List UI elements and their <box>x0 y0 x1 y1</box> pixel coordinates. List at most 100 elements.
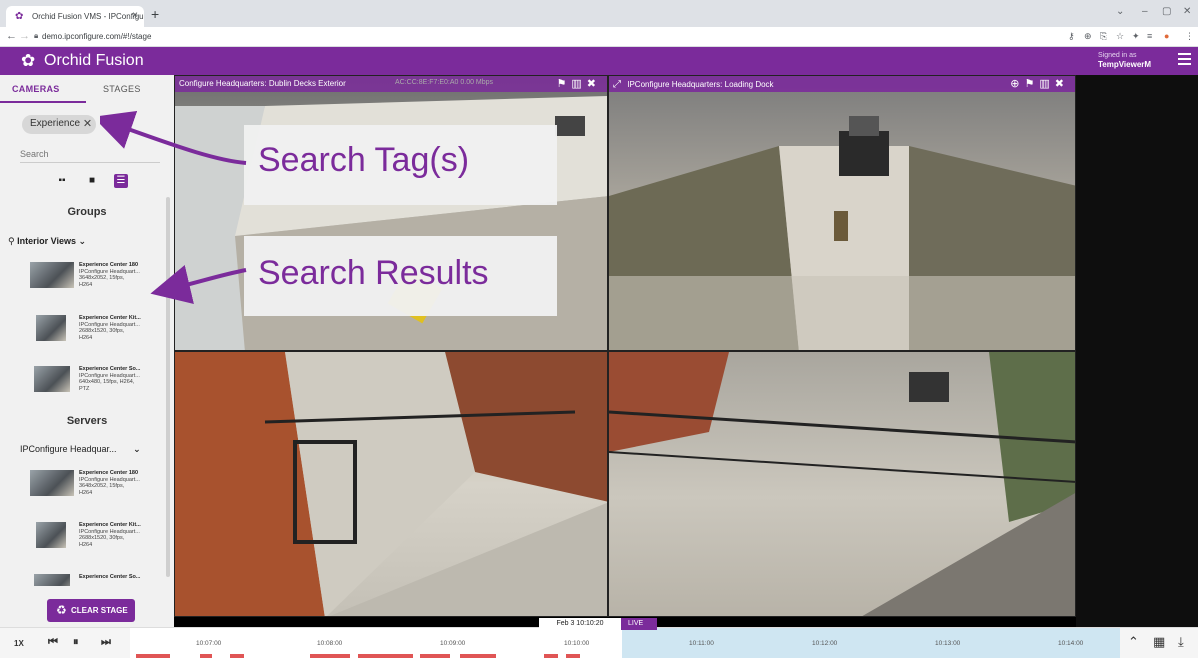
close-tab-icon[interactable]: × <box>132 10 138 21</box>
key-icon[interactable]: ⚷ <box>1068 31 1075 42</box>
url-field[interactable]: demo.ipconfigure.com/#!/stage <box>42 32 151 41</box>
clear-stage-label: CLEAR STAGE <box>71 606 128 615</box>
skip-back-icon[interactable]: ⏮ <box>48 636 58 649</box>
camera-tile-loading-dock[interactable]: ⤢ IPConfigure Headquarters: Loading Dock… <box>608 75 1076 351</box>
clear-stage-button[interactable]: ♻ CLEAR STAGE <box>47 599 135 622</box>
ramp-video-frame <box>609 352 1075 616</box>
signed-in-info: Signed in as TempViewerM <box>1098 51 1151 69</box>
timeline-tick: 10:10:00 <box>564 640 590 647</box>
camera-name: Experience Center Kit... <box>79 315 141 321</box>
camera-codec: H264 <box>79 281 93 288</box>
camera-codec: H264 <box>79 334 93 341</box>
search-tag-chip[interactable]: Experience ✕ <box>22 115 97 134</box>
camera-codec: PTZ <box>79 385 90 392</box>
recording-segment <box>566 654 580 658</box>
brand-name: Orchid Fusion <box>44 52 144 69</box>
loading-dock-video-frame <box>609 116 1075 350</box>
forward-icon[interactable]: → <box>19 30 30 42</box>
stats-icon[interactable]: ▥ <box>1039 78 1054 90</box>
ptz-icon[interactable]: ⚑ <box>557 78 572 90</box>
large-view-icon[interactable]: ■ <box>85 174 99 188</box>
bookmark-star-icon[interactable]: ☆ <box>1116 31 1124 42</box>
sidebar-tabs: CAMERAS STAGES <box>0 75 174 103</box>
tile-title: Configure Headquarters: Dublin Decks Ext… <box>179 79 346 88</box>
list-item[interactable]: Experience Center Kit... IPConfigure Hea… <box>30 522 170 562</box>
tab-cameras[interactable]: CAMERAS <box>12 84 60 94</box>
close-tile-icon[interactable]: ✖ <box>1055 78 1069 90</box>
camera-spec: 3648x2052, 15fps, <box>79 483 125 490</box>
close-window-icon[interactable]: ✕ <box>1183 6 1191 17</box>
tab-stages[interactable]: STAGES <box>103 84 141 94</box>
list-item[interactable]: Experience Center Kit... IPConfigure Hea… <box>30 315 170 355</box>
orchid-logo-icon: ✿ <box>21 51 36 70</box>
recording-segment <box>310 654 350 658</box>
ptz-icon[interactable]: ⚑ <box>1025 78 1040 90</box>
camera-thumbnail <box>34 366 70 392</box>
callout-arrows <box>100 110 247 304</box>
share-icon[interactable]: ⎘ <box>1100 31 1107 42</box>
tile-titlebar: ⤢ IPConfigure Headquarters: Loading Dock… <box>609 76 1075 92</box>
courtyard-video-frame <box>175 352 607 616</box>
recording-segment <box>358 654 413 658</box>
lock-icon: 🔒︎ <box>34 31 39 40</box>
globe-icon[interactable]: ⊕ <box>1010 78 1024 90</box>
browser-tab-title: Orchid Fusion VMS - IPConfigure <box>32 12 144 21</box>
timeline-tick: 10:08:00 <box>317 640 343 647</box>
download-icon[interactable]: ⤓ <box>1178 634 1184 650</box>
browser-menu-icon[interactable]: ⋮ <box>1185 31 1194 42</box>
chevron-down-icon[interactable]: ⌄ <box>78 236 86 246</box>
current-time-label: Feb 3 10:10:20 <box>539 618 621 630</box>
orchid-favicon-icon: ✿ <box>15 11 24 22</box>
camera-spec: 640x480, 15fps, H264, <box>79 379 135 386</box>
chevron-up-icon[interactable]: ⌃ <box>1128 634 1139 650</box>
pause-icon[interactable]: ⏸ <box>73 636 79 649</box>
camera-tile-courtyard-stairs[interactable] <box>174 351 608 617</box>
new-tab-icon[interactable]: + <box>151 6 159 22</box>
live-region: 10:11:00 10:12:00 10:13:00 10:14:00 <box>622 628 1120 658</box>
list-item[interactable]: Experience Center 180 IPConfigure Headqu… <box>30 470 170 510</box>
tile-controls: ⚑▥✖ <box>557 77 602 90</box>
active-tab-indicator <box>0 101 86 103</box>
tab-search-icon[interactable]: ⌄ <box>1116 6 1124 17</box>
extensions-icon[interactable]: ✦ <box>1132 31 1140 42</box>
recycle-icon: ♻ <box>56 603 67 617</box>
calendar-icon[interactable]: ▦ <box>1153 634 1165 650</box>
live-badge[interactable]: LIVE <box>621 618 657 630</box>
tile-titlebar: Configure Headquarters: Dublin Decks Ext… <box>175 76 607 92</box>
server-header[interactable]: IPConfigure Headquar... ⌄ <box>20 444 141 455</box>
timeline-bar: 1X ⏮ ⏸ ⏭ 10:07:00 10:08:00 10:09:00 10:1… <box>0 618 1198 658</box>
chevron-down-icon[interactable]: ⌄ <box>133 444 141 454</box>
grid-view-icon[interactable]: ▪▪ <box>55 174 69 188</box>
reading-list-icon[interactable]: ≡ <box>1147 31 1152 41</box>
browser-tab[interactable]: ✿ Orchid Fusion VMS - IPConfigure × <box>6 6 144 27</box>
zoom-icon[interactable]: ⊕ <box>1084 31 1092 42</box>
playback-speed[interactable]: 1X <box>14 639 24 648</box>
expand-icon[interactable]: ⤢ <box>613 79 621 90</box>
close-tile-icon[interactable]: ✖ <box>587 78 601 90</box>
stats-icon[interactable]: ▥ <box>571 78 586 90</box>
profile-avatar-icon[interactable]: ● <box>1164 31 1169 41</box>
group-header[interactable]: ⚲ Interior Views ⌄ <box>8 236 86 247</box>
browser-tabbar: ✿ Orchid Fusion VMS - IPConfigure × + ⌄ … <box>0 0 1198 27</box>
minimize-icon[interactable]: – <box>1142 6 1148 17</box>
app-header: ✿ Orchid Fusion Signed in as TempViewerM <box>0 47 1198 75</box>
camera-thumbnail <box>34 574 70 586</box>
main-menu-icon[interactable] <box>1178 53 1191 65</box>
camera-tile-railing-ramp[interactable] <box>608 351 1076 617</box>
skip-forward-icon[interactable]: ⏭ <box>101 636 111 649</box>
camera-name: Experience Center So... <box>79 366 141 372</box>
list-item[interactable]: Experience Center So... <box>30 574 170 586</box>
servers-title: Servers <box>66 415 108 427</box>
location-pin-icon: ⚲ <box>8 236 15 246</box>
camera-codec: H264 <box>79 489 93 496</box>
list-item[interactable]: Experience Center So... IPConfigure Head… <box>30 366 170 406</box>
timeline-tick: 10:09:00 <box>440 640 466 647</box>
back-icon[interactable]: ← <box>6 30 17 42</box>
remove-tag-icon[interactable]: ✕ <box>83 117 92 130</box>
maximize-icon[interactable]: ▢ <box>1162 6 1171 17</box>
tile-controls: ⊕⚑▥✖ <box>1010 77 1069 90</box>
signed-in-label: Signed in as <box>1098 52 1137 59</box>
callout-search-results: Search Results <box>244 236 557 316</box>
camera-codec: H264 <box>79 541 93 548</box>
camera-server: IPConfigure Headquart... <box>79 321 140 328</box>
